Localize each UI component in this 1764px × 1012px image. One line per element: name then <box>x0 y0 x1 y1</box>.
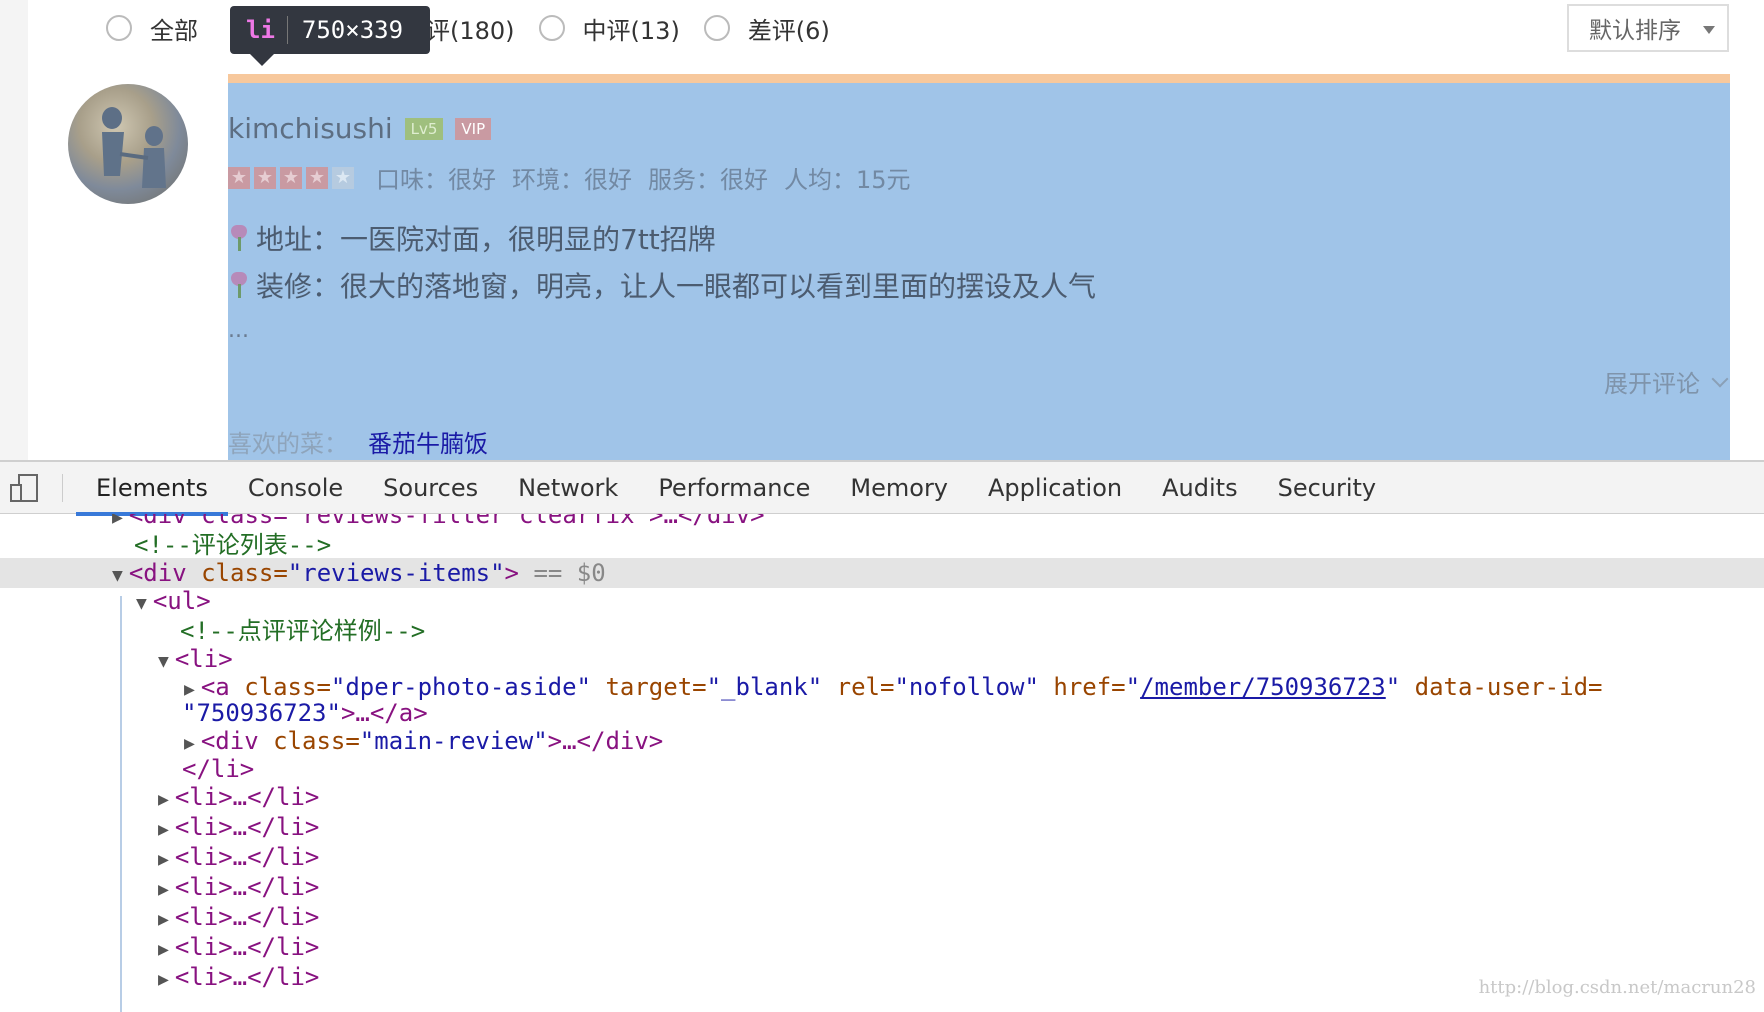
radio-circle-icon[interactable] <box>703 15 730 41</box>
tulip-icon <box>228 272 250 298</box>
caret-down-icon <box>1703 26 1715 34</box>
tooltip-tag: li <box>246 16 275 44</box>
average-price: 人均：15元 <box>784 166 911 194</box>
vip-badge: VIP <box>455 117 492 140</box>
dom-node-li-collapsed[interactable]: ▶ <li>…</li> <box>158 842 319 872</box>
expand-triangle-icon[interactable]: ▶ <box>158 819 169 840</box>
collapse-triangle-icon[interactable]: ▼ <box>136 593 147 614</box>
username-link[interactable]: kimchisushi <box>228 112 393 145</box>
tooltip-arrow <box>250 54 274 66</box>
filter-mid-label: 中评(13) <box>582 16 680 45</box>
devtools-panel: Elements Console Sources Network Perform… <box>0 460 1764 1012</box>
star-empty-icon: ★ <box>332 166 354 189</box>
star-rating: ★ ★ ★ ★ ★ <box>228 166 358 189</box>
toolbar-divider <box>62 474 63 502</box>
star-icon: ★ <box>306 166 328 189</box>
service-score: 服务：很好 <box>648 166 768 194</box>
tree-guide-line <box>120 596 122 1012</box>
expand-triangle-icon[interactable]: ▶ <box>158 939 169 960</box>
highlight-padding <box>228 74 1730 83</box>
collapse-triangle-icon[interactable]: ▼ <box>158 651 169 672</box>
filter-bad-label: 差评(6) <box>747 16 830 45</box>
avatar[interactable] <box>68 84 188 204</box>
expand-triangle-icon[interactable]: ▶ <box>158 849 169 870</box>
radio-circle-icon[interactable] <box>106 15 132 41</box>
level-badge: Lv5 <box>404 117 444 140</box>
expand-triangle-icon[interactable]: ▶ <box>184 679 195 700</box>
member-link[interactable]: /member/750936723 <box>1140 673 1386 701</box>
devtools-toolbar: Elements Console Sources Network Perform… <box>0 460 1764 516</box>
review-line-text: 地址：一医院对面，很明显的7tt招牌 <box>256 223 716 256</box>
expand-triangle-icon[interactable]: ▶ <box>158 969 169 990</box>
dom-comment[interactable]: <!--点评评论样例--> <box>180 616 425 646</box>
expand-review-button[interactable]: 展开评论 <box>1604 364 1729 399</box>
tab-security[interactable]: Security <box>1258 462 1397 514</box>
expand-triangle-icon[interactable]: ▶ <box>158 789 169 810</box>
tab-memory[interactable]: Memory <box>830 462 968 514</box>
dishes-label: 喜欢的菜： <box>228 430 348 458</box>
filter-all[interactable]: 全部 <box>106 11 198 46</box>
tab-network[interactable]: Network <box>498 462 638 514</box>
tulip-icon <box>228 225 250 251</box>
expand-label: 展开评论 <box>1604 370 1700 398</box>
dishes-value[interactable]: 番茄牛腩饭 <box>368 430 488 458</box>
devtools-tabs: Elements Console Sources Network Perform… <box>76 462 1397 516</box>
page-left-gutter <box>0 0 28 460</box>
dom-node-ul[interactable]: ▼ <ul> <box>136 586 211 616</box>
filter-mid[interactable]: 中评(13) <box>538 11 680 46</box>
radio-circle-icon[interactable] <box>538 15 565 41</box>
dom-node-li-collapsed[interactable]: ▶ <li>…</li> <box>158 962 319 992</box>
watermark: http://blog.csdn.net/macrun28 <box>1478 977 1756 998</box>
dom-node-li-close[interactable]: </li> <box>182 754 254 784</box>
dom-node-filter[interactable]: ▶ <div class="reviews-filter clearfix">…<… <box>112 514 765 530</box>
dom-node-li-collapsed[interactable]: ▶ <li>…</li> <box>158 932 319 962</box>
tab-performance[interactable]: Performance <box>638 462 830 514</box>
tab-sources[interactable]: Sources <box>363 462 498 514</box>
review-author: kimchisushi Lv5 VIP <box>228 112 492 145</box>
dom-node-a-continued[interactable]: "750936723">…</a> <box>182 698 428 728</box>
tab-console[interactable]: Console <box>228 462 363 514</box>
rating-row: ★ ★ ★ ★ ★ 口味：很好 环境：很好 服务：很好 人均：15元 <box>228 160 927 195</box>
tooltip-size: 750×339 <box>301 16 404 44</box>
review-ellipsis: ... <box>228 318 249 343</box>
sort-label: 默认排序 <box>1589 18 1681 44</box>
chevron-down-icon <box>1711 370 1729 387</box>
tab-application[interactable]: Application <box>968 462 1142 514</box>
expand-triangle-icon[interactable]: ▶ <box>112 514 123 528</box>
filter-all-label: 全部 <box>150 16 198 45</box>
dom-comment[interactable]: <!--评论列表--> <box>134 530 331 560</box>
dom-tree: ▶ <div class="reviews-filter clearfix">…<… <box>0 514 1764 1012</box>
taste-score: 口味：很好 <box>376 166 496 194</box>
dom-node-li[interactable]: ▼ <li> <box>158 644 233 674</box>
element-inspect-tooltip: li 750×339 <box>230 6 430 66</box>
filter-bad[interactable]: 差评(6) <box>703 11 830 46</box>
expand-triangle-icon[interactable]: ▶ <box>158 909 169 930</box>
tab-elements[interactable]: Elements <box>76 462 228 516</box>
expand-triangle-icon[interactable]: ▶ <box>184 733 195 754</box>
sort-dropdown[interactable]: 默认排序 <box>1567 4 1729 52</box>
tab-audits[interactable]: Audits <box>1142 462 1257 514</box>
dom-node-div-main-review[interactable]: ▶ <div class="main-review">…</div> <box>184 726 663 756</box>
collapse-triangle-icon[interactable]: ▼ <box>112 565 123 586</box>
dom-node-li-collapsed[interactable]: ▶ <li>…</li> <box>158 812 319 842</box>
dom-node-selected[interactable]: ▼ <div class="reviews-items"> == $0 <box>0 558 1764 588</box>
dom-node-li-collapsed[interactable]: ▶ <li>…</li> <box>158 902 319 932</box>
dom-node-li-collapsed[interactable]: ▶ <li>…</li> <box>158 782 319 812</box>
environment-score: 环境：很好 <box>512 166 632 194</box>
star-icon: ★ <box>228 166 250 189</box>
review-line-text: 装修：很大的落地窗，明亮，让人一眼都可以看到里面的摆设及人气 <box>256 270 1097 303</box>
star-icon: ★ <box>254 166 276 189</box>
device-toolbar-icon[interactable] <box>10 474 40 502</box>
review-text-line: 装修：很大的落地窗，明亮，让人一眼都可以看到里面的摆设及人气 <box>228 265 1096 305</box>
dom-node-li-collapsed[interactable]: ▶ <li>…</li> <box>158 872 319 902</box>
review-filters: 全部 好评(180) 中评(13) 差评(6) <box>106 10 854 46</box>
favorite-dishes: 喜欢的菜： 番茄牛腩饭 <box>228 424 488 459</box>
page-viewport: 全部 好评(180) 中评(13) 差评(6) 默认排序 kimchisushi… <box>0 0 1764 460</box>
expand-triangle-icon[interactable]: ▶ <box>158 879 169 900</box>
avatar-figures-icon <box>102 107 166 188</box>
review-text-line: 地址：一医院对面，很明显的7tt招牌 <box>228 218 716 258</box>
star-icon: ★ <box>280 166 302 189</box>
